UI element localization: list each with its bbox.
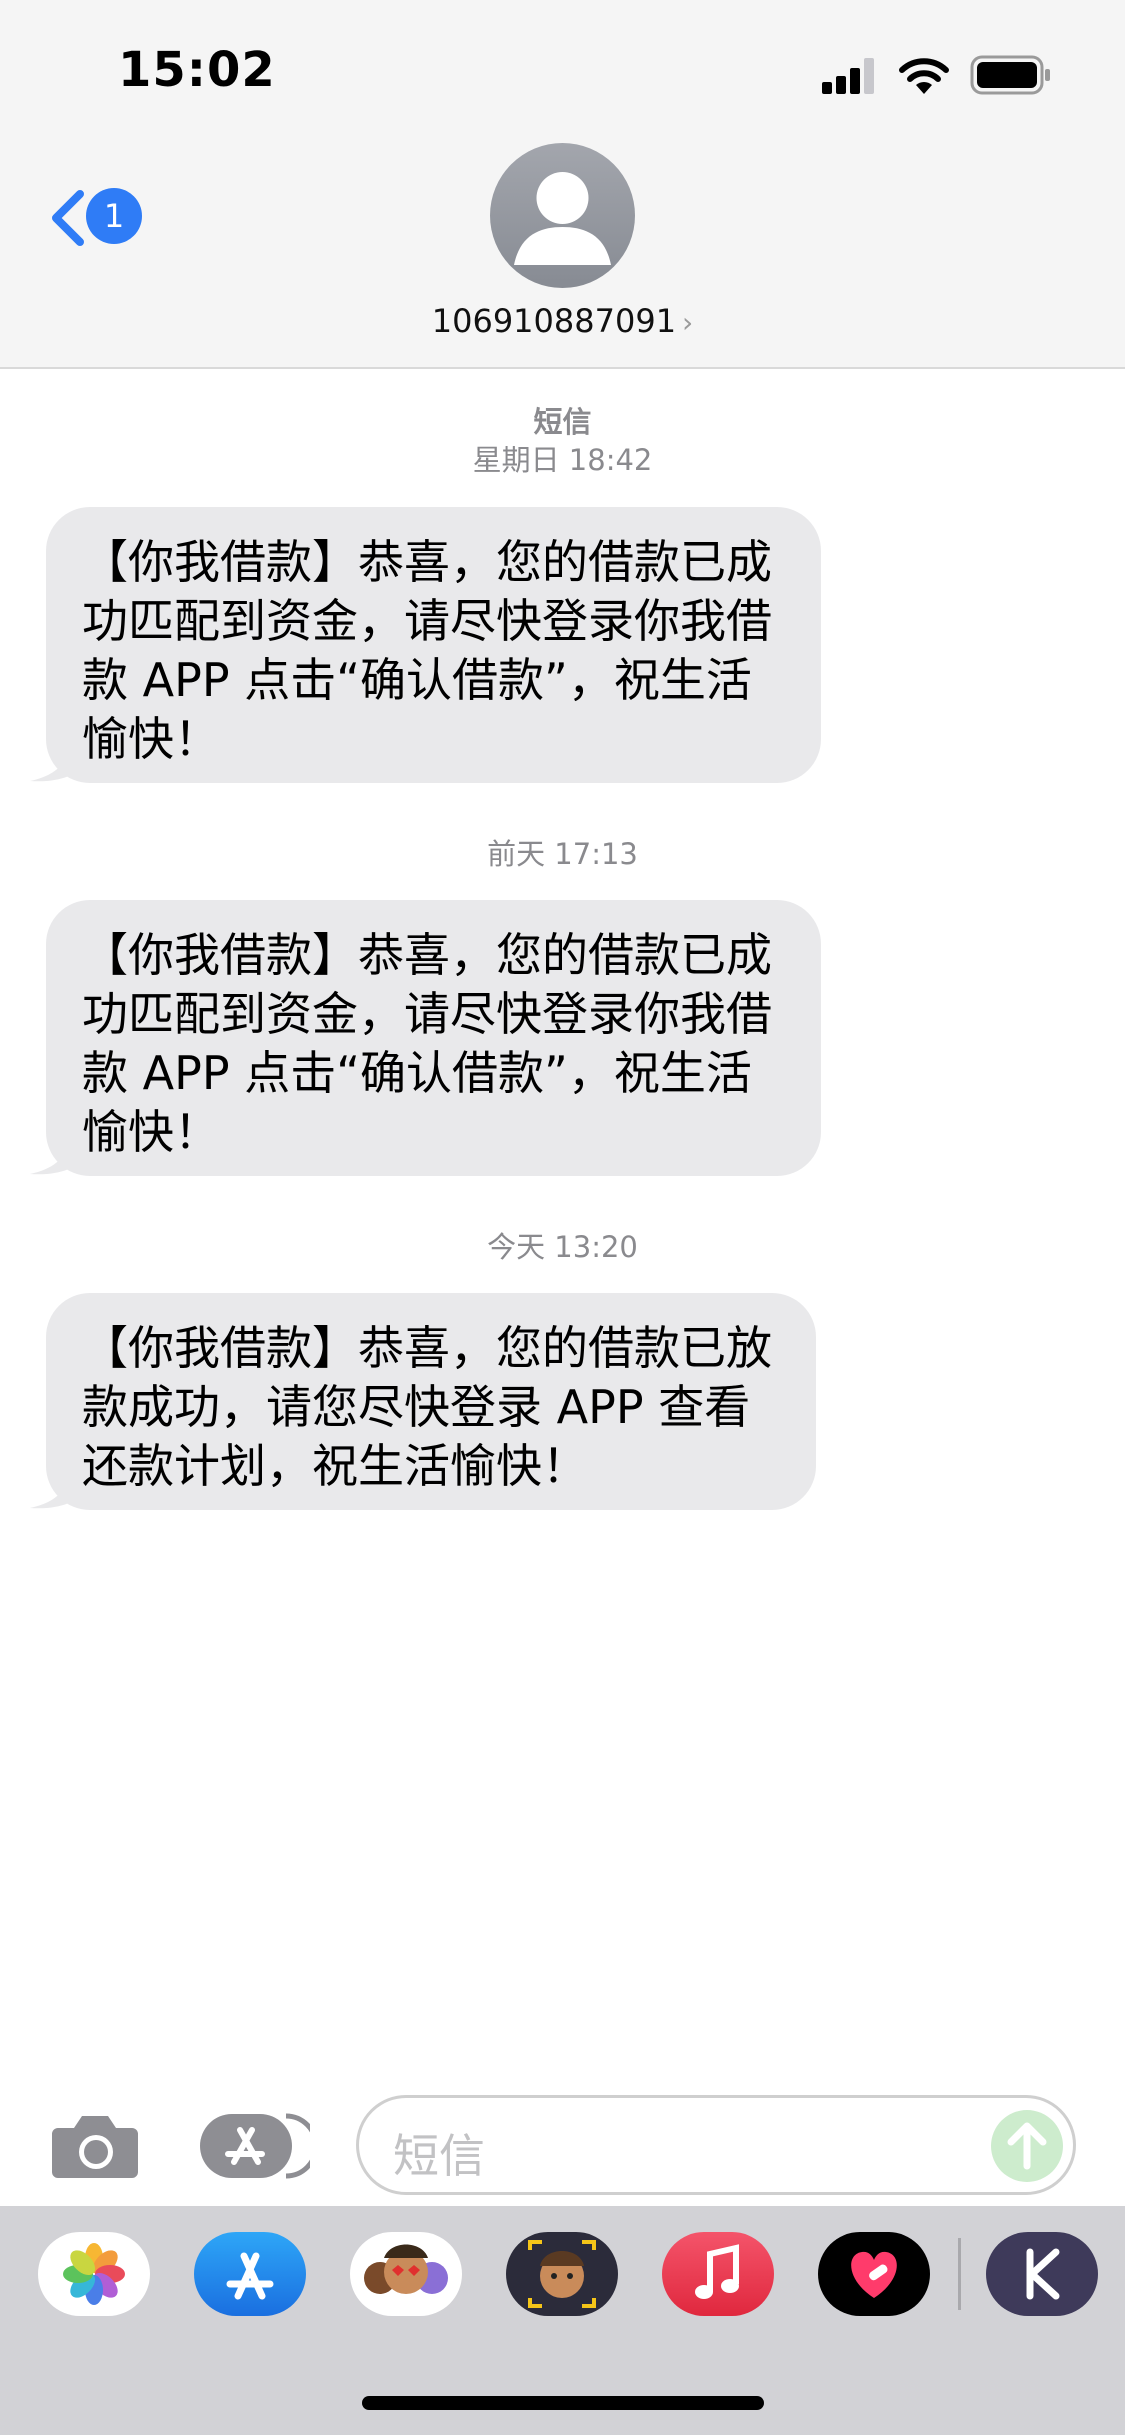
status-time: 15:02 xyxy=(118,42,276,98)
back-button[interactable]: 1 xyxy=(44,180,154,256)
battery-icon xyxy=(970,55,1050,95)
memoji-stickers-icon[interactable] xyxy=(350,2232,462,2316)
message-input-placeholder: 短信 xyxy=(393,2129,485,2183)
unread-badge: 1 xyxy=(86,188,142,244)
appstore-app-icon[interactable] xyxy=(194,2232,306,2316)
message-bubble[interactable]: 【你我借款】恭喜，您的借款已成功匹配到资金，请尽快登录你我借款 APP 点击“确… xyxy=(46,900,821,1176)
message-bubble[interactable]: 【你我借款】恭喜，您的借款已放款成功，请您尽快登录 APP 查看还款计划，祝生活… xyxy=(46,1293,816,1510)
cellular-signal-icon xyxy=(822,58,874,94)
memoji-icon[interactable] xyxy=(506,2232,618,2316)
music-icon[interactable] xyxy=(662,2232,774,2316)
person-icon xyxy=(514,172,611,265)
heart-app-icon[interactable] xyxy=(818,2232,930,2316)
wifi-icon xyxy=(899,58,949,94)
chevron-right-icon: › xyxy=(682,306,694,339)
message-timestamp: 星期日 18:42 xyxy=(472,443,653,477)
camera-icon[interactable] xyxy=(50,2112,140,2180)
send-button[interactable] xyxy=(991,2110,1063,2182)
message-timestamp: 前天 17:13 xyxy=(487,837,638,871)
app-store-icon[interactable] xyxy=(200,2112,310,2180)
arrow-up-icon xyxy=(1007,2122,1047,2170)
message-timestamp: 今天 13:20 xyxy=(487,1230,638,1264)
photos-icon[interactable] xyxy=(38,2232,150,2316)
message-input[interactable]: 短信 xyxy=(356,2095,1076,2195)
home-indicator[interactable] xyxy=(362,2396,764,2410)
thread-meta: 短信 星期日 18:42 xyxy=(0,403,1125,479)
k-app-icon[interactable] xyxy=(986,2232,1098,2316)
service-label: 短信 xyxy=(533,405,592,439)
contact-name-row[interactable]: 106910887091 › xyxy=(0,302,1125,340)
divider xyxy=(958,2238,961,2310)
message-bubble[interactable]: 【你我借款】恭喜，您的借款已成功匹配到资金，请尽快登录你我借款 APP 点击“确… xyxy=(46,507,821,783)
contact-name: 106910887091 xyxy=(431,302,677,340)
contact-avatar[interactable] xyxy=(490,143,635,288)
